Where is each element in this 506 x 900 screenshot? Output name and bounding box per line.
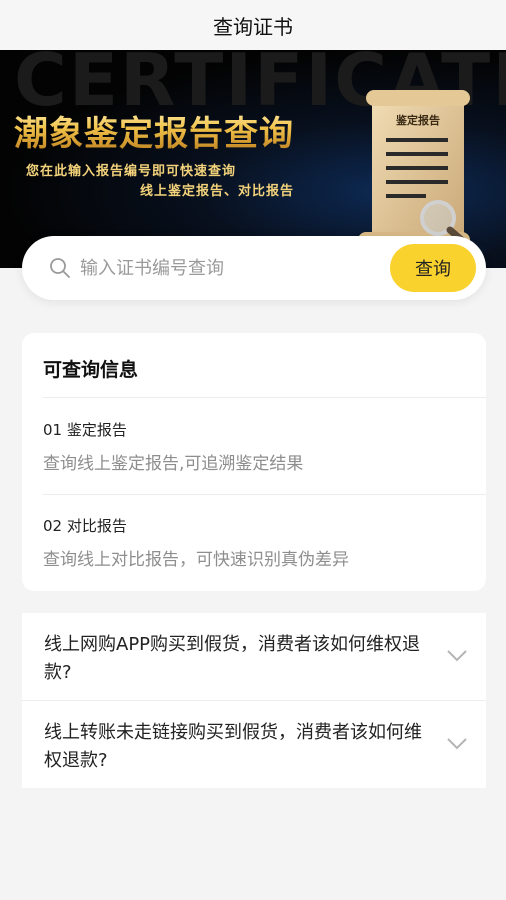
info-item-title: 01 鉴定报告 — [43, 421, 127, 439]
faq-question: 线上转账未走链接购买到假货，消费者该如何维权退款? — [44, 722, 422, 771]
nav-bar: 查询证书 — [0, 0, 506, 50]
certificate-number-input[interactable] — [80, 257, 370, 279]
info-card-title: 可查询信息 — [43, 359, 139, 381]
search-box: 查询 — [22, 236, 486, 300]
info-item-desc: 查询线上对比报告，可快速识别真伪差异 — [43, 550, 349, 570]
divider — [43, 494, 486, 495]
search-icon — [48, 256, 72, 280]
faq-list: 线上网购APP购买到假货，消费者该如何维权退款? 线上转账未走链接购买到假货，消… — [22, 613, 486, 788]
banner-subtitle-1: 您在此输入报告编号即可快速查询 — [26, 164, 237, 179]
page-title: 查询证书 — [213, 14, 293, 39]
banner-subtitle-2: 线上鉴定报告、对比报告 — [140, 184, 295, 199]
search-button[interactable]: 查询 — [390, 244, 476, 292]
queryable-info-card: 可查询信息 01 鉴定报告 查询线上鉴定报告,可追溯鉴定结果 02 对比报告 查… — [22, 333, 486, 591]
faq-item[interactable]: 线上网购APP购买到假货，消费者该如何维权退款? — [22, 613, 486, 701]
faq-question: 线上网购APP购买到假货，消费者该如何维权退款? — [44, 634, 421, 683]
scroll-label: 鉴定报告 — [395, 113, 440, 127]
info-item-title: 02 对比报告 — [43, 517, 127, 535]
faq-item[interactable]: 线上转账未走链接购买到假货，消费者该如何维权退款? — [22, 701, 486, 788]
chevron-down-icon[interactable] — [446, 737, 468, 751]
chevron-down-icon[interactable] — [446, 649, 468, 663]
info-item-desc: 查询线上鉴定报告,可追溯鉴定结果 — [43, 454, 304, 474]
banner-title: 潮象鉴定报告查询 — [14, 106, 294, 155]
divider — [43, 397, 486, 398]
